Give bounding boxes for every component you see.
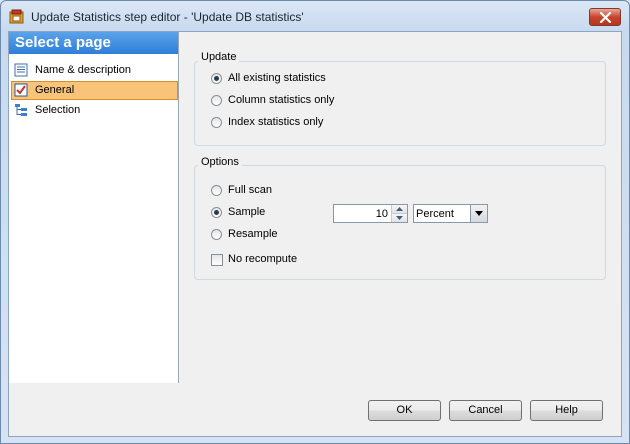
window-title: Update Statistics step editor - 'Update … [31, 10, 304, 24]
sample-unit-dropdown[interactable]: Percent [413, 204, 488, 223]
cancel-button[interactable]: Cancel [449, 400, 522, 421]
title-bar[interactable]: Update Statistics step editor - 'Update … [1, 1, 629, 31]
nav-header: Select a page [9, 32, 178, 54]
arrow-up-icon [396, 207, 403, 211]
page-navigator: Select a page Name & description General [9, 32, 179, 383]
sample-value-spinner[interactable]: 10 [333, 204, 408, 223]
radio-button[interactable] [211, 95, 222, 106]
dropdown-button[interactable] [470, 205, 487, 222]
nav-item-label: Selection [35, 104, 81, 116]
nav-item-name-description[interactable]: Name & description [11, 61, 178, 80]
radio-button[interactable] [211, 185, 222, 196]
radio-button[interactable] [211, 73, 222, 84]
help-button[interactable]: Help [530, 400, 603, 421]
spinner-arrows [391, 205, 407, 222]
spinner-down-button[interactable] [392, 214, 407, 222]
nav-item-label: Name & description [35, 64, 131, 76]
checkbox-label: No recompute [228, 253, 298, 265]
update-group-title: Update [198, 51, 240, 63]
radio-button[interactable] [211, 207, 222, 218]
radio-label: Column statistics only [228, 94, 335, 106]
checkbox[interactable] [211, 254, 223, 266]
spinner-up-button[interactable] [392, 205, 407, 214]
nav-item-selection[interactable]: Selection [11, 101, 178, 120]
tree-icon [15, 104, 27, 116]
radio-label: Resample [228, 228, 278, 240]
document-icon [14, 63, 28, 77]
close-button[interactable] [589, 8, 621, 26]
radio-label: All existing statistics [228, 72, 326, 84]
options-group-title: Options [198, 156, 242, 168]
nav-item-general[interactable]: General [11, 81, 178, 100]
sample-unit-value: Percent [416, 208, 454, 220]
radio-button[interactable] [211, 117, 222, 128]
ok-button[interactable]: OK [368, 400, 441, 421]
sample-value[interactable]: 10 [376, 208, 388, 220]
checklist-icon [14, 83, 28, 97]
chevron-down-icon [475, 211, 483, 216]
radio-label: Full scan [228, 184, 273, 196]
radio-label: Index statistics only [228, 116, 324, 128]
app-icon [9, 9, 24, 24]
close-icon [599, 12, 612, 23]
arrow-down-icon [396, 216, 403, 220]
radio-label: Sample [228, 206, 266, 218]
radio-button[interactable] [211, 229, 222, 240]
nav-item-label: General [35, 84, 75, 96]
